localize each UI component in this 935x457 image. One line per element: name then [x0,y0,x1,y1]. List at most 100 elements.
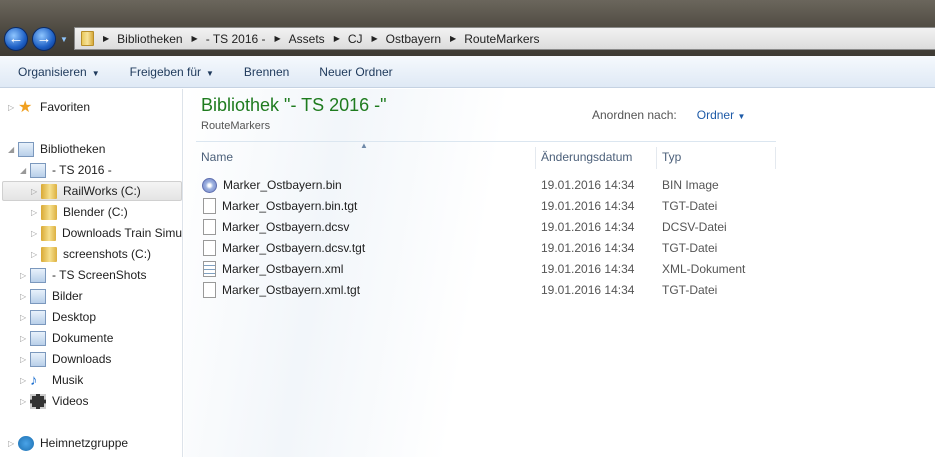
organize-button[interactable]: Organisieren ▼ [18,65,100,79]
expand-icon[interactable]: ▷ [20,355,30,364]
breadcrumb-routemarkers[interactable]: RouteMarkers [464,32,539,46]
expand-icon[interactable]: ▷ [8,103,18,112]
command-bar: Organisieren ▼ Freigeben für ▼ Brennen Neu… [0,56,935,88]
file-icon [203,198,216,214]
sidebar-item-label: - TS 2016 - [52,163,112,177]
chevron-right-icon[interactable]: ▶ [450,34,456,43]
sidebar-item-downloads[interactable]: ▷ Downloads [20,349,111,369]
file-icon [203,282,216,298]
breadcrumb-ts2016[interactable]: - TS 2016 - [206,32,266,46]
sidebar-item-screenshots[interactable]: ▷ screenshots (C:) [31,244,151,264]
sidebar-item-ts-screenshots[interactable]: ▷ - TS ScreenShots [20,265,147,285]
sidebar-item-bilder[interactable]: ▷ Bilder [20,286,83,306]
sidebar-item-railworks[interactable]: ▷ RailWorks (C:) [2,181,182,201]
share-label: Freigeben für [129,64,201,79]
chevron-down-icon: ▼ [91,68,100,78]
file-row[interactable]: Marker_Ostbayern.bin.tgt 19.01.2016 14:34… [201,196,771,216]
share-button[interactable]: Freigeben für ▼ [130,65,214,79]
recent-pages-dropdown[interactable]: ▼ [60,35,68,44]
burn-button[interactable]: Brennen [244,65,289,79]
star-icon: ★ [18,98,33,116]
documents-icon [30,330,46,346]
expand-icon[interactable]: ▷ [20,376,30,385]
breadcrumb-bibliotheken[interactable]: Bibliotheken [117,32,182,46]
file-icon [203,219,216,235]
library-icon [30,267,46,283]
sidebar-item-downloads-train-simu[interactable]: ▷ Downloads Train Simu [31,223,182,243]
collapse-icon[interactable]: ◢ [20,166,30,175]
sidebar-item-label: Favoriten [40,100,91,114]
expand-icon[interactable]: ▷ [20,292,30,301]
expand-icon[interactable]: ▷ [31,208,41,217]
file-date: 19.01.2016 14:34 [541,220,635,234]
file-name: Marker_Ostbayern.xml [222,262,344,276]
column-header-name[interactable]: Name [196,147,536,169]
sidebar-item-desktop[interactable]: ▷ Desktop [20,307,96,327]
expand-icon[interactable]: ▷ [8,439,18,448]
chevron-right-icon[interactable]: ▶ [103,34,109,43]
file-date: 19.01.2016 14:34 [541,241,635,255]
column-header-type[interactable]: Typ [657,147,776,169]
folder-icon [40,225,56,241]
chevron-right-icon[interactable]: ▶ [372,34,378,43]
sidebar-item-blender[interactable]: ▷ Blender (C:) [31,202,128,222]
column-header-date[interactable]: Änderungsdatum [536,147,657,169]
file-name: Marker_Ostbayern.dcsv [222,220,350,234]
expand-icon[interactable]: ▷ [20,271,30,280]
sidebar-item-bibliotheken[interactable]: ◢ Bibliotheken [8,139,105,159]
breadcrumb-cj[interactable]: CJ [348,32,363,46]
file-row[interactable]: Marker_Ostbayern.dcsv 19.01.2016 14:34 DCS… [201,217,771,237]
folder-icon [41,183,57,199]
arrange-dropdown[interactable]: Ordner ▼ [687,108,746,122]
file-date: 19.01.2016 14:34 [541,199,635,213]
sidebar-item-videos[interactable]: ▷ Videos [20,391,88,411]
sidebar-item-ts2016[interactable]: ◢ - TS 2016 - [20,160,112,180]
folder-icon [81,31,94,46]
sidebar-item-label: Musik [52,373,84,387]
file-name: Marker_Ostbayern.xml.tgt [222,283,361,297]
file-date: 19.01.2016 14:34 [541,178,635,192]
breadcrumb-ostbayern[interactable]: Ostbayern [386,32,441,46]
file-type: TGT-Datei [662,199,718,213]
folder-icon [41,246,57,262]
organize-label: Organisieren [18,64,87,79]
breadcrumb-assets[interactable]: Assets [289,32,325,46]
file-row[interactable]: Marker_Ostbayern.dcsv.tgt 19.01.2016 14:3… [201,238,771,258]
expand-icon[interactable]: ▷ [20,397,30,406]
chevron-down-icon: ▼ [206,68,214,78]
sidebar-item-favoriten[interactable]: ▷ ★ Favoriten [8,97,90,117]
library-icon [30,162,46,178]
forward-button[interactable]: → [32,27,56,51]
expand-icon[interactable]: ▷ [20,313,30,322]
arrange-value: Ordner [696,108,735,122]
file-row[interactable]: Marker_Ostbayern.xml.tgt 19.01.2016 14:34… [201,280,771,300]
address-bar[interactable]: ▶ Bibliotheken ▶ - TS 2016 - ▶ Assets ▶ CJ ▶… [74,27,935,50]
sidebar-item-dokumente[interactable]: ▷ Dokumente [20,328,113,348]
file-date: 19.01.2016 14:34 [541,283,635,297]
sidebar-item-label: Desktop [52,310,97,324]
expand-icon[interactable]: ▷ [31,250,41,259]
navigation-pane: ▷ ★ Favoriten ◢ Bibliotheken ◢ - TS 2016 - ▷… [0,89,183,457]
collapse-icon[interactable]: ◢ [8,145,18,154]
chevron-right-icon[interactable]: ▶ [192,34,198,43]
expand-icon[interactable]: ▷ [31,229,41,238]
new-folder-button[interactable]: Neuer Ordner [319,65,392,79]
file-row[interactable]: Marker_Ostbayern.xml 19.01.2016 14:34 XML-… [201,259,771,279]
file-type: BIN Image [662,178,719,192]
chevron-right-icon[interactable]: ▶ [334,34,340,43]
chevron-right-icon[interactable]: ▶ [275,34,281,43]
file-type: TGT-Datei [662,241,718,255]
sidebar-item-label: RailWorks (C:) [63,184,141,198]
sidebar-item-label: Downloads [52,352,112,366]
expand-icon[interactable]: ▷ [31,187,41,196]
folder-icon [41,204,57,220]
back-button[interactable]: ← [4,27,28,51]
expand-icon[interactable]: ▷ [20,334,30,343]
sidebar-item-heimnetzgruppe[interactable]: ▷ Heimnetzgruppe [8,433,128,453]
file-row[interactable]: Marker_Ostbayern.bin 19.01.2016 14:34 BIN … [201,175,771,195]
sidebar-item-musik[interactable]: ▷ ♪ Musik [20,370,83,390]
sidebar-item-label: Blender (C:) [63,205,128,219]
network-icon [18,435,34,451]
file-date: 19.01.2016 14:34 [541,262,635,276]
video-icon [30,393,46,409]
